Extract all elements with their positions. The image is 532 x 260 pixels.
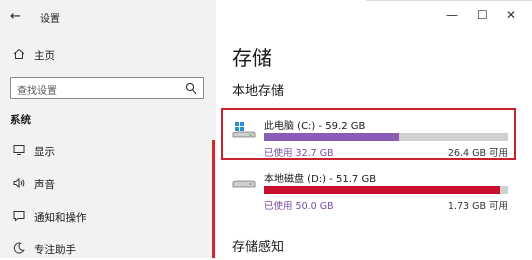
search-input[interactable]: 查找设置 (10, 77, 204, 99)
monitor-icon (12, 144, 26, 159)
storage-sense-heading: 存储感知 (232, 240, 285, 255)
drive-usage-bar (264, 133, 508, 141)
titlebar-rule (366, 0, 532, 1)
sidebar-item-label: 专注助手 (34, 243, 76, 256)
section-label-system: 系统 (10, 114, 31, 126)
sidebar-item-label: 显示 (34, 145, 55, 158)
sidebar-item-sound[interactable]: 声音 (0, 173, 216, 195)
minimize-button[interactable]: — (446, 8, 458, 22)
search-icon (185, 81, 197, 95)
drive-usage-fill (264, 133, 399, 141)
notification-icon (12, 210, 26, 225)
back-button[interactable]: ← (10, 9, 21, 24)
sidebar-item-focus-assist[interactable]: 专注助手 (0, 238, 216, 260)
sidebar-item-label: 通知和操作 (34, 211, 87, 224)
home-icon (12, 48, 26, 63)
sidebar-item-label: 主页 (34, 49, 55, 62)
sidebar-item-label: 声音 (34, 178, 55, 191)
drive-name: 此电脑 (C:) - 59.2 GB (264, 121, 366, 132)
moon-icon (12, 242, 26, 257)
drive-icon (232, 174, 256, 194)
drive-usage-fill (264, 186, 500, 194)
drive-c-item[interactable]: 此电脑 (C:) - 59.2 GB 已使用 32.7 GB 26.4 GB 可… (232, 117, 522, 159)
sidebar: ← 设置 主页 查找设置 系统 显示 声音 通知和操作 专注助手 (0, 0, 216, 258)
maximize-button[interactable]: ☐ (477, 8, 488, 22)
sidebar-item-home[interactable]: 主页 (0, 44, 216, 66)
speaker-icon (12, 177, 26, 192)
windows-drive-icon (232, 121, 256, 141)
drive-usage-bar (264, 186, 508, 194)
page-title: 存储 (232, 46, 272, 70)
drive-d-item[interactable]: 本地磁盘 (D:) - 51.7 GB 已使用 50.0 GB 1.73 GB … (232, 170, 522, 212)
drive-used-text: 已使用 50.0 GB (264, 201, 334, 212)
drive-free-text: 1.73 GB 可用 (447, 201, 508, 212)
local-storage-heading: 本地存储 (232, 84, 285, 99)
window-title: 设置 (40, 14, 60, 25)
sidebar-item-display[interactable]: 显示 (0, 140, 216, 162)
drive-name: 本地磁盘 (D:) - 51.7 GB (264, 174, 377, 185)
sidebar-item-notifications[interactable]: 通知和操作 (0, 206, 216, 228)
close-button[interactable]: ✕ (506, 8, 516, 22)
drive-used-text: 已使用 32.7 GB (264, 148, 334, 159)
search-placeholder: 查找设置 (17, 86, 57, 97)
sidebar-edge-marker (212, 140, 215, 258)
drive-free-text: 26.4 GB 可用 (447, 148, 508, 159)
